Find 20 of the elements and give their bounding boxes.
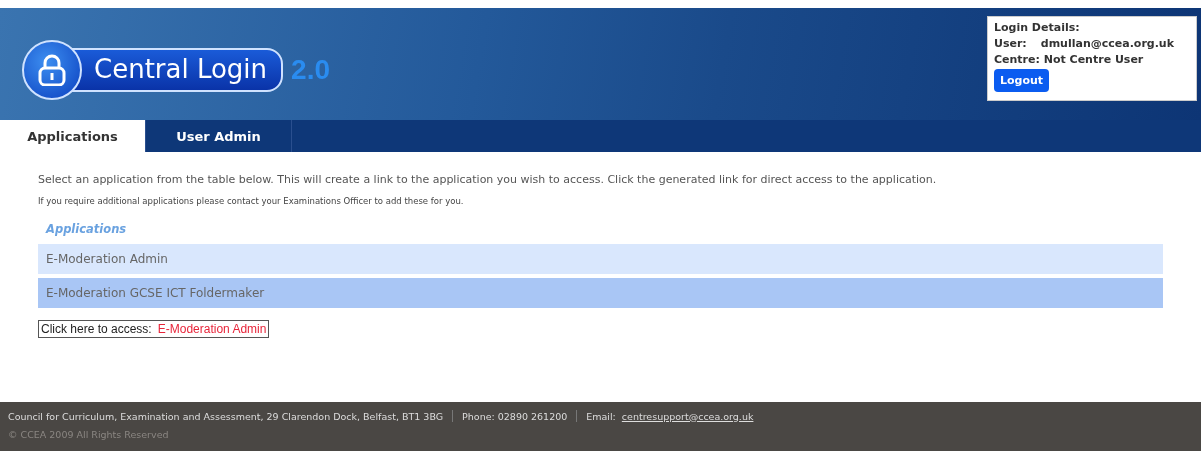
intro-text: Select an application from the table below. This will create a link to the application you wish to access. Click the generated link for direct access to the application. — [38, 174, 938, 186]
user-email: dmullan@ccea.org.uk — [1040, 37, 1174, 50]
centre-label: Centre: Not Centre User — [994, 53, 1145, 66]
padlock-icon — [22, 40, 82, 100]
logout-button[interactable]: Logout — [994, 69, 1050, 92]
email-label: Email: — [586, 410, 616, 422]
application-link[interactable]: E-Moderation Admin — [157, 322, 267, 336]
address-text: Council for Curriculum, Examination and Assessment, 29 Clarendon Dock, Belfast, BT1 3BG — [8, 410, 444, 422]
application-row[interactable]: E-Moderation Admin — [38, 244, 1163, 274]
version-label: 2.0 — [291, 54, 330, 86]
application-row[interactable]: E-Moderation GCSE ICT Foldermaker — [38, 278, 1163, 308]
email-link[interactable]: centresupport@ccea.org.uk — [621, 410, 754, 422]
login-details-title: Login Details: — [994, 21, 1081, 34]
phone-text: Phone: 02890 261200 — [462, 410, 568, 422]
user-label: User: — [994, 37, 1027, 50]
copyright-text: © CCEA 2009 All Rights Reserved — [8, 429, 170, 440]
tab[interactable]: Applications — [0, 120, 146, 152]
note-text: If you require additional applications please contact your Examinations Officer to add these for you. — [38, 196, 465, 206]
access-label: Click here to access: — [41, 322, 152, 336]
table-heading: Applications — [44, 221, 128, 238]
